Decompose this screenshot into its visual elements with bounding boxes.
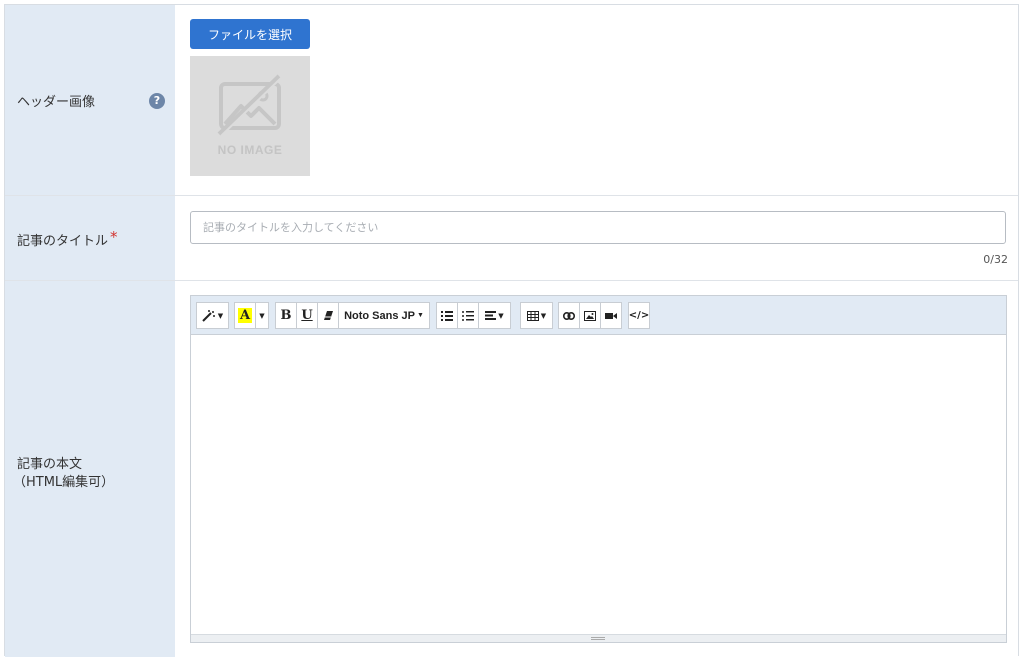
chevron-down-icon: ▼ bbox=[540, 311, 547, 320]
header-image-label: ヘッダー画像 bbox=[17, 95, 96, 110]
chevron-down-icon: ▼ bbox=[259, 311, 265, 320]
align-left-icon bbox=[485, 311, 497, 320]
title-value-cell: 0/32 bbox=[175, 196, 1018, 280]
insert-video-button[interactable] bbox=[600, 302, 622, 329]
image-placeholder-icon bbox=[217, 74, 282, 137]
rich-text-editor: ▼ A ▼ B U Noto Sans JP ▼ ▼ ▼ </> bbox=[190, 295, 1007, 643]
chevron-down-icon: ▼ bbox=[416, 312, 424, 319]
bullet-list-icon bbox=[441, 310, 453, 321]
code-view-button[interactable]: </> bbox=[628, 302, 650, 329]
resize-grip-icon[interactable] bbox=[591, 637, 605, 640]
view-group: </> bbox=[628, 302, 650, 329]
table-button[interactable]: ▼ bbox=[520, 302, 553, 329]
title-label-text: 記事のタイトル bbox=[17, 234, 109, 249]
no-image-text: NO IMAGE bbox=[217, 143, 283, 157]
header-image-value-cell: ファイルを選択 NO IMAGE bbox=[175, 5, 1018, 195]
color-group: A ▼ bbox=[234, 302, 269, 329]
magic-wand-icon bbox=[202, 309, 215, 322]
editor-resize-bar[interactable] bbox=[191, 634, 1006, 642]
paragraph-align-button[interactable]: ▼ bbox=[478, 302, 511, 329]
chevron-down-icon: ▼ bbox=[498, 311, 504, 320]
underline-button[interactable]: U bbox=[296, 302, 318, 329]
editor-content-area[interactable] bbox=[191, 335, 1006, 634]
font-name-dropdown[interactable]: Noto Sans JP ▼ bbox=[338, 302, 430, 329]
font-format-group: B U Noto Sans JP ▼ bbox=[275, 302, 430, 329]
ordered-list-button[interactable] bbox=[457, 302, 479, 329]
video-icon bbox=[605, 312, 617, 319]
table-icon bbox=[526, 310, 539, 321]
body-value-cell: ▼ A ▼ B U Noto Sans JP ▼ ▼ ▼ </> bbox=[175, 281, 1018, 657]
article-form: ヘッダー画像 ? ファイルを選択 NO IMAGE 記事のタイトル * 記事のタ… bbox=[4, 4, 1019, 657]
header-image-row: ヘッダー画像 ? ファイルを選択 NO IMAGE bbox=[5, 5, 1018, 196]
required-mark: * bbox=[110, 228, 118, 246]
help-icon[interactable]: ? bbox=[149, 93, 165, 109]
clear-format-button[interactable] bbox=[317, 302, 339, 329]
font-name-label: Noto Sans JP bbox=[344, 309, 415, 322]
title-label: 記事のタイトル * bbox=[17, 228, 118, 249]
title-char-counter: 0/32 bbox=[983, 253, 1008, 266]
body-label-line1: 記事の本文 bbox=[17, 457, 83, 472]
unordered-list-button[interactable] bbox=[436, 302, 458, 329]
title-label-cell: 記事のタイトル * bbox=[5, 196, 175, 280]
title-row: 記事のタイトル* 0/32 bbox=[5, 196, 1018, 281]
body-label-cell: 記事の本文 （HTML編集可） bbox=[5, 281, 175, 657]
style-group: ▼ bbox=[196, 302, 229, 329]
style-button[interactable]: ▼ bbox=[196, 302, 229, 329]
body-label-line2: （HTML編集可） bbox=[13, 475, 115, 490]
choose-file-button[interactable]: ファイルを選択 bbox=[190, 19, 310, 49]
paragraph-group: ▼ bbox=[436, 302, 511, 329]
insert-link-button[interactable] bbox=[558, 302, 580, 329]
text-color-button[interactable]: A bbox=[234, 302, 256, 329]
insert-group bbox=[558, 302, 622, 329]
title-input[interactable] bbox=[190, 211, 1006, 244]
editor-toolbar: ▼ A ▼ B U Noto Sans JP ▼ ▼ ▼ </> bbox=[191, 296, 1006, 335]
text-color-a-icon: A bbox=[237, 308, 253, 323]
bold-button[interactable]: B bbox=[275, 302, 297, 329]
body-row: 記事の本文 （HTML編集可） ▼ A ▼ B U Noto Sans JP ▼… bbox=[5, 281, 1018, 657]
chevron-down-icon: ▼ bbox=[217, 311, 224, 320]
insert-picture-button[interactable] bbox=[579, 302, 601, 329]
eraser-icon bbox=[323, 311, 333, 320]
numbered-list-icon bbox=[462, 310, 474, 321]
link-icon bbox=[563, 311, 575, 320]
picture-icon bbox=[584, 310, 596, 321]
header-image-label-cell: ヘッダー画像 ? bbox=[5, 5, 175, 195]
table-group: ▼ bbox=[520, 302, 553, 329]
header-image-preview: NO IMAGE bbox=[190, 56, 310, 176]
color-dropdown-button[interactable]: ▼ bbox=[255, 302, 269, 329]
